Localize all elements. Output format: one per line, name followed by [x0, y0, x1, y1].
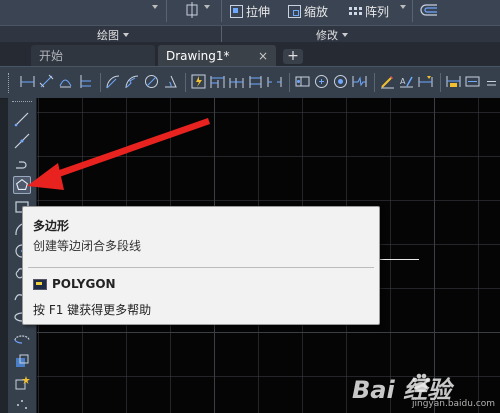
watermark-url: jingyan.baidu.com: [412, 399, 496, 409]
chevron-down-icon: [123, 33, 129, 37]
dimension-update-icon[interactable]: [418, 74, 433, 89]
dropdown-caret-icon[interactable]: [152, 5, 158, 9]
ellipse-arc-icon[interactable]: [13, 330, 31, 348]
inspect-icon[interactable]: [333, 74, 348, 89]
panel-draw[interactable]: 绘图: [97, 27, 129, 43]
angular-dimension-icon[interactable]: [163, 74, 178, 89]
tab-drawing1-label: Drawing1*: [166, 48, 230, 63]
dropdown-caret-icon[interactable]: [204, 5, 210, 9]
toolbar-separator: [100, 73, 101, 92]
ordinate-dimension-icon[interactable]: [77, 74, 92, 89]
aligned-dimension-icon[interactable]: [39, 74, 54, 89]
ribbon-panel-bar: 绘图 修改: [0, 25, 500, 43]
tooltip-command: POLYGON: [33, 277, 116, 291]
draw-toolbar: A: [0, 66, 500, 99]
jogged-linear-icon[interactable]: [352, 74, 367, 89]
dimension-break-icon[interactable]: [267, 74, 282, 89]
panel-draw-label: 绘图: [97, 29, 119, 42]
ribbon-separator: [221, 0, 222, 22]
file-tab-strip: 开始 Drawing1* × +: [0, 42, 500, 66]
ribbon-separator: [412, 0, 413, 22]
construction-line-icon[interactable]: [13, 132, 31, 150]
dimension-style-control-icon[interactable]: [465, 74, 480, 89]
autocad-window: 拉伸 缩放 阵列 绘图 修改 开始 Drawing1* × + A 多边形 创建…: [0, 0, 500, 413]
toolbar-separator: [185, 73, 186, 92]
center-mark-icon[interactable]: [314, 74, 329, 89]
dimension-style-icon[interactable]: [446, 74, 461, 89]
scale-icon: [288, 4, 301, 18]
panel-modify[interactable]: 修改: [316, 27, 348, 43]
array-icon: [349, 5, 362, 18]
tooltip-command-name: POLYGON: [52, 277, 116, 291]
polyline-icon[interactable]: [13, 154, 31, 172]
polygon-tooltip: 多边形 创建等边闭合多段线 POLYGON 按 F1 键获得更多帮助: [22, 206, 380, 325]
tooltip-description: 创建等边闭合多段线: [33, 239, 142, 253]
close-icon[interactable]: ×: [258, 49, 268, 63]
polygon-icon[interactable]: [13, 176, 31, 194]
baseline-dimension-icon[interactable]: [210, 74, 225, 89]
stretch-icon: [230, 4, 243, 18]
ribbon-separator: [166, 0, 167, 22]
toolbar-grip[interactable]: [8, 73, 11, 93]
scale-label: 缩放: [304, 4, 329, 19]
tooltip-title: 多边形: [33, 219, 70, 233]
panel-separator: [221, 26, 222, 43]
dimension-text-edit-icon[interactable]: A: [399, 74, 414, 89]
tooltip-help: 按 F1 键获得更多帮助: [33, 303, 152, 317]
new-tab-button[interactable]: +: [283, 49, 303, 64]
linear-dimension-icon[interactable]: [20, 74, 35, 89]
dimension-edit-icon[interactable]: [380, 74, 395, 89]
continue-dimension-icon[interactable]: [229, 74, 244, 89]
diameter-dimension-icon[interactable]: [144, 74, 159, 89]
make-block-icon[interactable]: [13, 374, 31, 392]
offset-icon[interactable]: [420, 3, 438, 17]
ribbon: 拉伸 缩放 阵列: [0, 0, 500, 25]
toolbar-overflow-icon[interactable]: [484, 74, 499, 89]
jogged-dimension-icon[interactable]: [125, 74, 140, 89]
insert-block-icon[interactable]: [13, 352, 31, 370]
svg-text:A: A: [400, 77, 406, 86]
dropdown-caret-icon[interactable]: [400, 5, 406, 9]
grid-major-line: [36, 332, 500, 333]
tab-start-label: 开始: [39, 49, 64, 63]
scale-button[interactable]: 缩放: [288, 2, 328, 20]
quick-dimension-icon[interactable]: [191, 74, 206, 89]
baidu-watermark: Bai 经验 jingyan.baidu.com: [352, 366, 498, 411]
toolbar-grip[interactable]: [12, 101, 32, 104]
toolbar-separator: [289, 73, 290, 92]
chevron-down-icon: [342, 33, 348, 37]
array-label: 阵列: [365, 4, 390, 19]
stretch-button[interactable]: 拉伸: [230, 2, 270, 20]
tab-start[interactable]: 开始: [31, 45, 155, 66]
line-icon[interactable]: [13, 110, 31, 128]
drawn-line-entity[interactable]: [377, 259, 419, 260]
tooltip-divider: [28, 267, 374, 268]
tab-drawing1[interactable]: Drawing1* ×: [158, 45, 276, 66]
stretch-label: 拉伸: [246, 4, 271, 19]
arc-length-icon[interactable]: [58, 74, 73, 89]
move-icon[interactable]: [184, 2, 200, 18]
point-icon[interactable]: [13, 396, 31, 413]
array-button[interactable]: 阵列: [349, 2, 389, 20]
command-line-icon: [33, 278, 47, 290]
toolbar-separator: [374, 73, 375, 92]
radius-dimension-icon[interactable]: [106, 74, 121, 89]
tolerance-icon[interactable]: [295, 74, 310, 89]
toolbar-separator: [440, 73, 441, 92]
panel-modify-label: 修改: [316, 29, 338, 42]
dimension-space-icon[interactable]: [248, 74, 263, 89]
